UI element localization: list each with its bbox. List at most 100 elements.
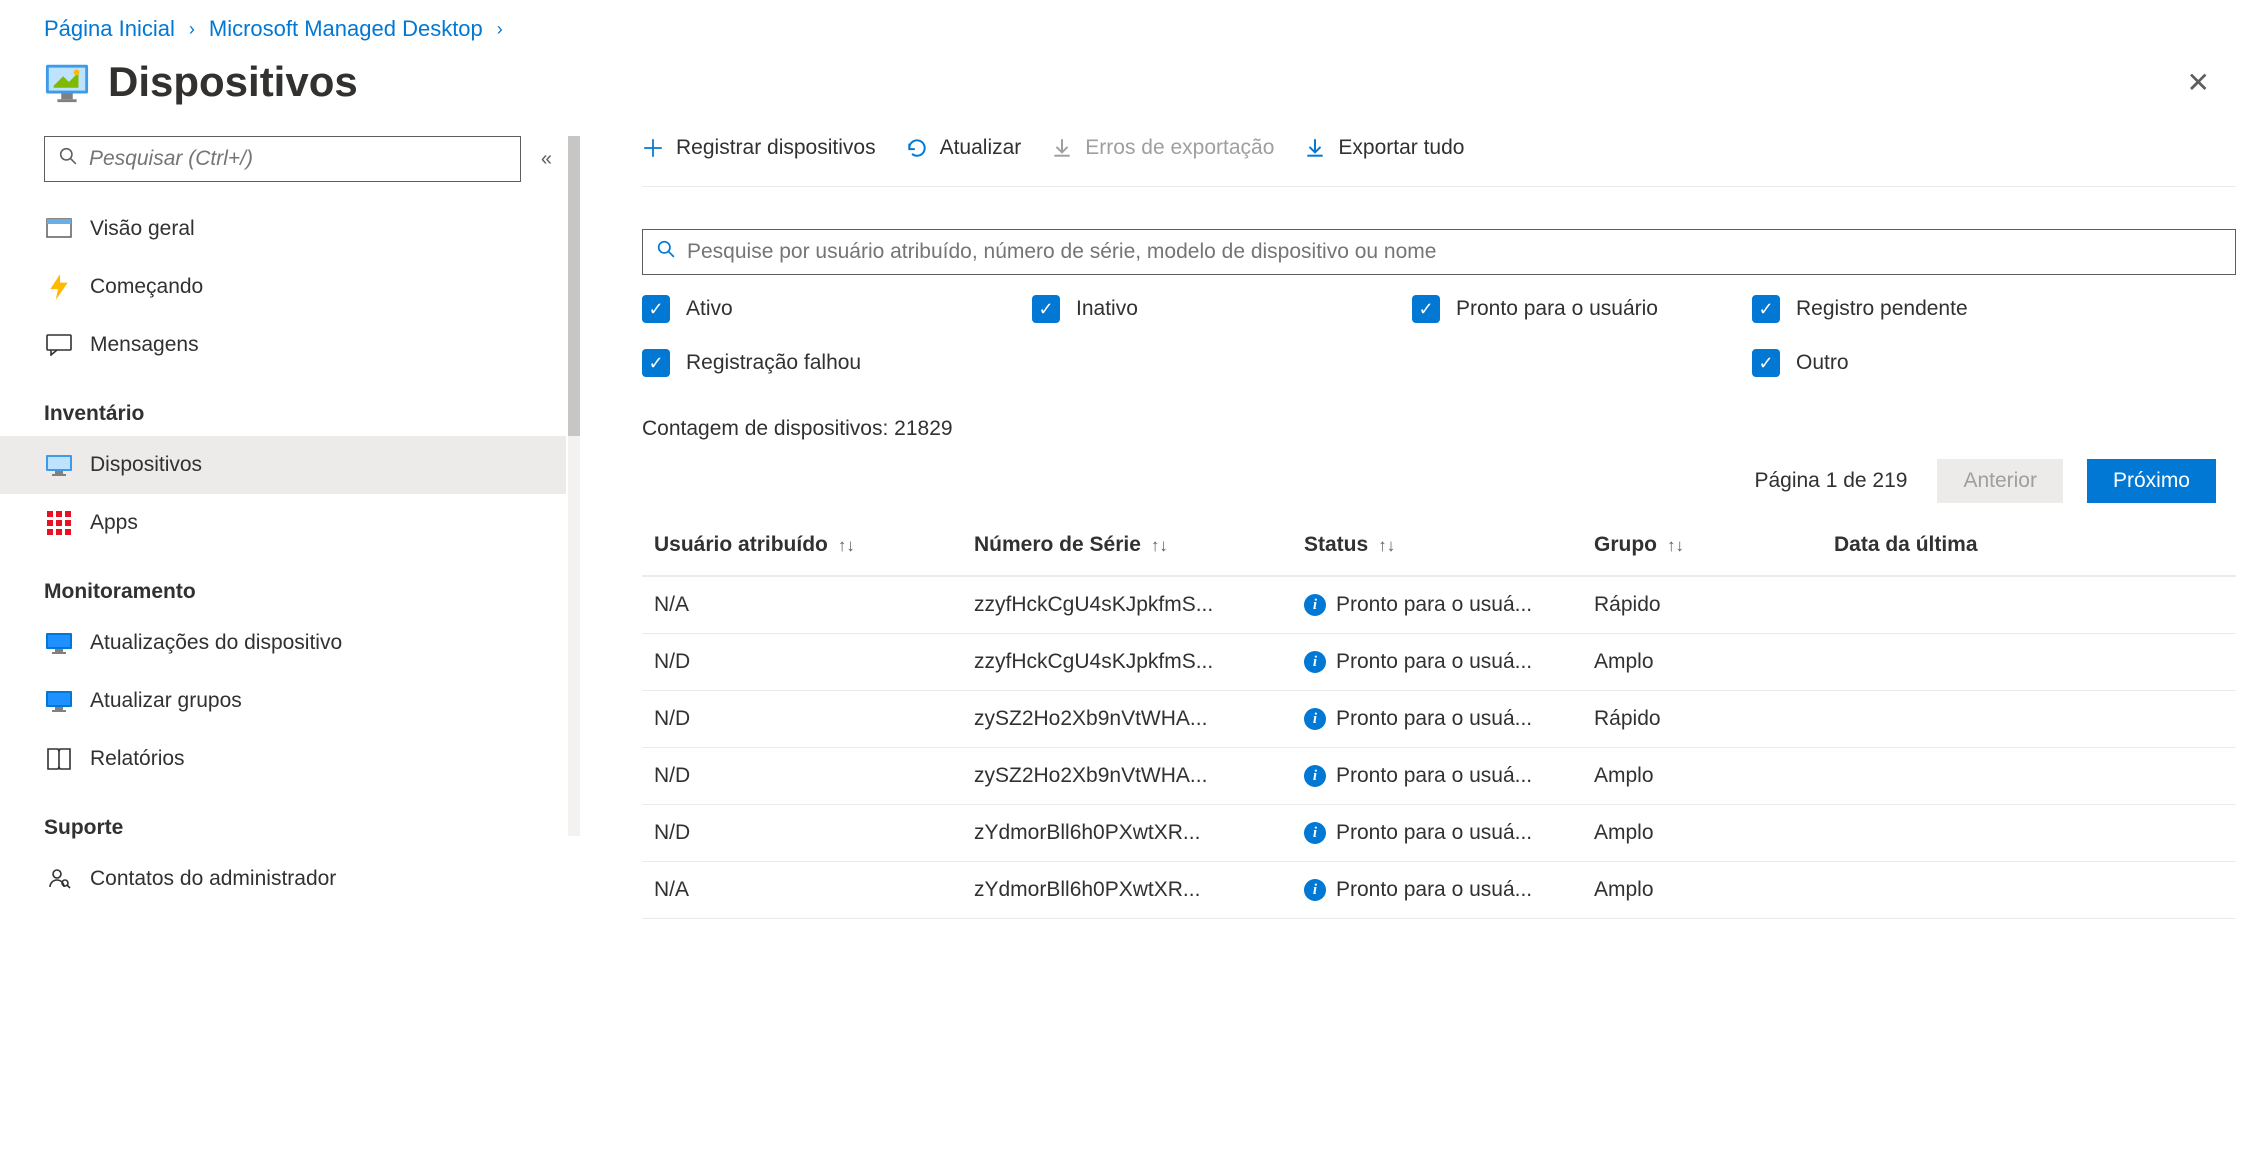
cell-last bbox=[1822, 691, 2236, 748]
sidebar-item-label: Atualizações do dispositivo bbox=[90, 631, 342, 655]
info-icon: i bbox=[1304, 879, 1326, 901]
col-serial[interactable]: Número de Série↑↓ bbox=[962, 515, 1292, 576]
export-errors-label: Erros de exportação bbox=[1085, 136, 1274, 160]
sort-icon: ↑↓ bbox=[1667, 536, 1684, 555]
cell-serial: zySZ2Ho2Xb9nVtWHA... bbox=[962, 691, 1292, 748]
sidebar-item[interactable]: Contatos do administrador bbox=[0, 850, 566, 908]
sidebar-item-label: Dispositivos bbox=[90, 453, 202, 477]
col-group[interactable]: Grupo↑↓ bbox=[1582, 515, 1822, 576]
sidebar-search-input[interactable] bbox=[87, 146, 506, 172]
cell-user: N/A bbox=[642, 862, 962, 919]
sidebar-item[interactable]: Mensagens bbox=[0, 316, 566, 374]
info-icon: i bbox=[1304, 651, 1326, 673]
sidebar-section-header: Monitoramento bbox=[0, 552, 566, 614]
filter-active-checkbox[interactable]: ✓Ativo bbox=[642, 295, 1032, 323]
export-all-button[interactable]: Exportar tudo bbox=[1304, 136, 1464, 160]
sidebar-item-label: Começando bbox=[90, 275, 203, 299]
sidebar-item[interactable]: Visão geral bbox=[0, 200, 566, 258]
breadcrumb: Página Inicial › Microsoft Managed Deskt… bbox=[0, 0, 2256, 52]
cell-last bbox=[1822, 576, 2236, 634]
monitor-image-icon bbox=[44, 59, 90, 105]
breadcrumb-home[interactable]: Página Inicial bbox=[44, 16, 175, 42]
table-row[interactable]: N/AzYdmorBll6h0PXwtXR...iPronto para o u… bbox=[642, 862, 2236, 919]
export-errors-button: Erros de exportação bbox=[1051, 136, 1274, 160]
devices-icon bbox=[44, 450, 74, 480]
cell-last bbox=[1822, 805, 2236, 862]
search-icon bbox=[59, 147, 77, 171]
sidebar-item[interactable]: Começando bbox=[0, 258, 566, 316]
cell-serial: zzyfHckCgU4sKJpkfmS... bbox=[962, 634, 1292, 691]
register-devices-button[interactable]: Registrar dispositivos bbox=[642, 136, 876, 160]
sidebar: « Visão geral Começando Mensagens Inventár… bbox=[0, 136, 580, 1136]
filter-failed-checkbox[interactable]: ✓Registração falhou bbox=[642, 349, 1032, 377]
col-last[interactable]: Data da última bbox=[1822, 515, 2236, 576]
info-icon: i bbox=[1304, 822, 1326, 844]
register-devices-label: Registrar dispositivos bbox=[676, 136, 876, 160]
page-info: Página 1 de 219 bbox=[1754, 469, 1907, 493]
filter-other-checkbox[interactable]: ✓Outro bbox=[1752, 349, 2236, 377]
col-user[interactable]: Usuário atribuído↑↓ bbox=[642, 515, 962, 576]
device-count: Contagem de dispositivos: 21829 bbox=[642, 417, 2236, 441]
device-filter-search-input[interactable] bbox=[685, 239, 2221, 265]
book-icon bbox=[44, 744, 74, 774]
cell-group: Amplo bbox=[1582, 805, 1822, 862]
sidebar-item-label: Mensagens bbox=[90, 333, 199, 357]
checkmark-icon: ✓ bbox=[642, 349, 670, 377]
cell-status: iPronto para o usuá... bbox=[1292, 805, 1582, 862]
table-row[interactable]: N/DzzyfHckCgU4sKJpkfmS...iPronto para o … bbox=[642, 634, 2236, 691]
cell-user: N/D bbox=[642, 748, 962, 805]
filter-pending-checkbox[interactable]: ✓Registro pendente bbox=[1752, 295, 2236, 323]
cell-user: N/D bbox=[642, 691, 962, 748]
person-search-icon bbox=[44, 864, 74, 894]
filter-inactive-checkbox[interactable]: ✓Inativo bbox=[1032, 295, 1412, 323]
cell-serial: zySZ2Ho2Xb9nVtWHA... bbox=[962, 748, 1292, 805]
table-row[interactable]: N/DzYdmorBll6h0PXwtXR...iPronto para o u… bbox=[642, 805, 2236, 862]
cell-serial: zzyfHckCgU4sKJpkfmS... bbox=[962, 576, 1292, 634]
sort-icon: ↑↓ bbox=[838, 536, 855, 555]
refresh-icon bbox=[906, 137, 928, 159]
cell-group: Amplo bbox=[1582, 634, 1822, 691]
sort-icon: ↑↓ bbox=[1151, 536, 1168, 555]
page-title: Dispositivos bbox=[108, 58, 358, 106]
sidebar-scrollbar[interactable] bbox=[568, 136, 580, 836]
sidebar-item[interactable]: Relatórios bbox=[0, 730, 566, 788]
device-filter-search[interactable] bbox=[642, 229, 2236, 275]
chevron-right-icon: › bbox=[189, 19, 195, 40]
overview-icon bbox=[44, 214, 74, 244]
sidebar-item[interactable]: Atualizações do dispositivo bbox=[0, 614, 566, 672]
bolt-icon bbox=[44, 272, 74, 302]
cell-status: iPronto para o usuá... bbox=[1292, 634, 1582, 691]
chat-icon bbox=[44, 330, 74, 360]
search-icon bbox=[657, 240, 675, 264]
sidebar-item[interactable]: Apps bbox=[0, 494, 566, 552]
checkmark-icon: ✓ bbox=[642, 295, 670, 323]
sidebar-item-label: Visão geral bbox=[90, 217, 195, 241]
prev-page-button: Anterior bbox=[1937, 459, 2063, 503]
apps-icon bbox=[44, 508, 74, 538]
export-all-label: Exportar tudo bbox=[1338, 136, 1464, 160]
table-row[interactable]: N/DzySZ2Ho2Xb9nVtWHA...iPronto para o us… bbox=[642, 748, 2236, 805]
sidebar-item[interactable]: Dispositivos bbox=[0, 436, 566, 494]
cell-status: iPronto para o usuá... bbox=[1292, 691, 1582, 748]
info-icon: i bbox=[1304, 594, 1326, 616]
sidebar-item-label: Apps bbox=[90, 511, 138, 535]
table-row[interactable]: N/DzySZ2Ho2Xb9nVtWHA...iPronto para o us… bbox=[642, 691, 2236, 748]
sidebar-item[interactable]: Atualizar grupos bbox=[0, 672, 566, 730]
chevron-right-icon: › bbox=[497, 19, 503, 40]
filter-ready-checkbox[interactable]: ✓Pronto para o usuário bbox=[1412, 295, 1752, 323]
checkmark-icon: ✓ bbox=[1032, 295, 1060, 323]
sidebar-search[interactable] bbox=[44, 136, 521, 182]
close-icon[interactable]: ✕ bbox=[2177, 60, 2220, 105]
col-status[interactable]: Status↑↓ bbox=[1292, 515, 1582, 576]
table-row[interactable]: N/AzzyfHckCgU4sKJpkfmS...iPronto para o … bbox=[642, 576, 2236, 634]
breadcrumb-parent[interactable]: Microsoft Managed Desktop bbox=[209, 16, 483, 42]
collapse-sidebar-icon[interactable]: « bbox=[541, 148, 552, 171]
sidebar-item-label: Contatos do administrador bbox=[90, 867, 336, 891]
sidebar-section-header: Inventário bbox=[0, 374, 566, 436]
next-page-button[interactable]: Próximo bbox=[2087, 459, 2216, 503]
cell-status: iPronto para o usuá... bbox=[1292, 748, 1582, 805]
cell-last bbox=[1822, 862, 2236, 919]
refresh-button[interactable]: Atualizar bbox=[906, 136, 1022, 160]
cell-status: iPronto para o usuá... bbox=[1292, 862, 1582, 919]
sidebar-item-label: Atualizar grupos bbox=[90, 689, 242, 713]
